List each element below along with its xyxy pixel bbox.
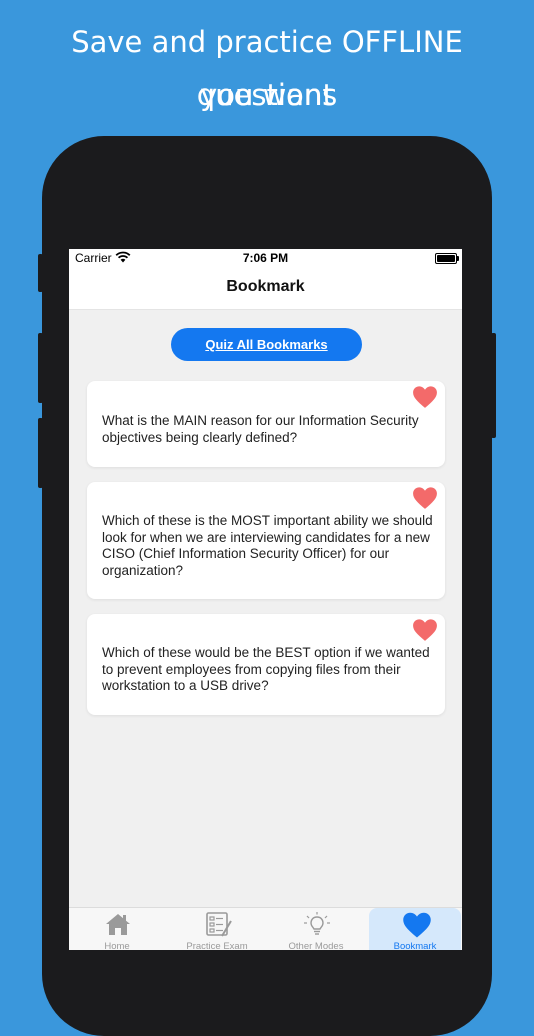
tab-bookmark[interactable]: Bookmark — [369, 908, 461, 950]
lightbulb-icon — [304, 912, 330, 935]
tab-practice-exam-label: Practice Exam — [186, 941, 248, 950]
tab-home[interactable]: Home — [71, 908, 163, 950]
tab-home-label: Home — [104, 941, 130, 950]
exam-icon — [206, 912, 232, 937]
bookmark-question: Which of these is the MOST important abi… — [102, 513, 433, 578]
app-screen: Carrier 7:06 PM Bookmark Quiz All Bookma… — [69, 249, 462, 950]
heart-icon — [403, 912, 431, 938]
tab-other-modes[interactable]: Other Modes — [270, 908, 362, 950]
battery-icon — [435, 253, 459, 264]
heart-icon[interactable] — [412, 486, 438, 510]
heart-icon[interactable] — [412, 385, 438, 409]
bookmark-card[interactable]: Which of these would be the BEST option … — [87, 614, 445, 715]
bookmark-card[interactable]: Which of these is the MOST important abi… — [87, 482, 445, 599]
status-bar: Carrier 7:06 PM — [69, 249, 462, 269]
headline-line-2: you want — [200, 78, 334, 112]
tab-practice-exam[interactable]: Practice Exam — [171, 908, 263, 950]
tab-other-modes-label: Other Modes — [288, 941, 344, 950]
clock-time: 7:06 PM — [242, 251, 289, 265]
quiz-all-bookmarks-button[interactable]: Quiz All Bookmarks — [171, 328, 362, 361]
heart-icon[interactable] — [412, 618, 438, 642]
navigation-bar: Bookmark — [69, 269, 462, 310]
bookmark-question: Which of these would be the BEST option … — [102, 645, 430, 693]
bookmark-question: What is the MAIN reason for our Informat… — [102, 413, 419, 445]
page-title: Bookmark — [226, 278, 305, 295]
tab-bar: Home Practice Exam Other Modes Bookmark — [69, 907, 462, 950]
home-icon — [106, 914, 130, 935]
bookmark-card[interactable]: What is the MAIN reason for our Informat… — [87, 381, 445, 467]
tab-bookmark-label: Bookmark — [393, 941, 437, 950]
